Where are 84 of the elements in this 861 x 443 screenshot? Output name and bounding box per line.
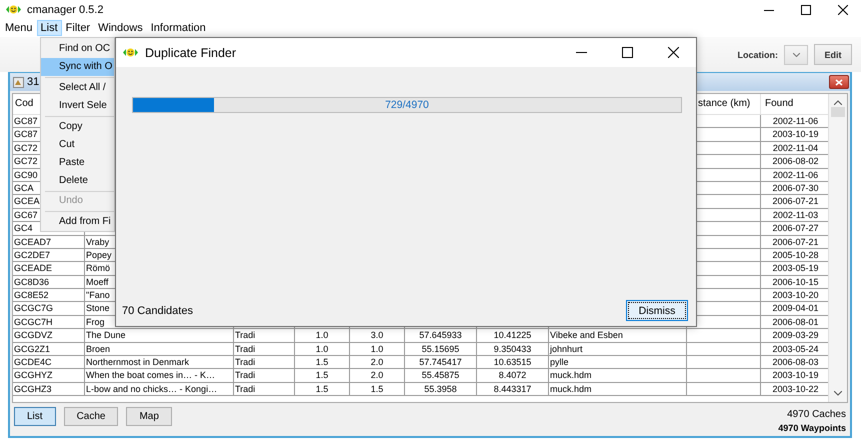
table-cell: GCEADE — [13, 262, 85, 276]
frame-icon — [13, 76, 24, 88]
table-cell: GCGC7H — [13, 316, 85, 330]
table-cell: 1.5 — [295, 382, 350, 396]
table-cell: Tradi — [234, 382, 295, 396]
table-cell: GCGDVZ — [13, 329, 85, 343]
table-cell: pylle — [549, 356, 687, 370]
table-cell: 1.5 — [295, 369, 350, 383]
table-cell: 2.0 — [350, 356, 405, 370]
frame-close-button[interactable] — [829, 75, 849, 89]
table-cell: Tradi — [234, 356, 295, 370]
table-cell: GCGC7G — [13, 302, 85, 316]
app-logo-icon — [123, 48, 138, 57]
table-cell: 57.745417 — [405, 356, 477, 370]
location-dropdown[interactable] — [784, 44, 808, 64]
table-cell: GC8D36 — [13, 276, 85, 290]
table-cell: 1.5 — [295, 356, 350, 370]
list-menu-option[interactable]: Find on OC — [41, 40, 114, 58]
table-cell: GCGHYZ — [13, 369, 85, 383]
location-label: Location: — [738, 50, 778, 60]
menu-bar-item[interactable]: Windows — [94, 20, 147, 36]
edit-button[interactable]: Edit — [814, 44, 852, 65]
table-cell: When the boat comes in… - K… — [85, 369, 234, 383]
table-cell: Tradi — [234, 342, 295, 356]
scroll-up-icon — [834, 100, 842, 105]
table-cell: 1.5 — [350, 382, 405, 396]
table-cell: 10.63515 — [477, 356, 549, 370]
progress-reading: 729/4970 — [385, 99, 429, 111]
table-cell: The Dune — [85, 329, 234, 343]
close-icon — [838, 4, 848, 14]
table-cell: GC2DE7 — [13, 248, 85, 262]
view-tab[interactable]: Cache — [64, 407, 118, 426]
table-cell: GCG2Z1 — [13, 342, 85, 356]
table-cell: muck.hdm — [549, 369, 687, 383]
table-cell: Northernmost in Denmark — [85, 356, 234, 370]
table-cell: johnhurt — [549, 342, 687, 356]
table-cell: 10.41225 — [477, 329, 549, 343]
dismiss-button[interactable]: Dismiss — [626, 300, 688, 321]
candidates-count: 70 Candidates — [122, 304, 193, 316]
table-cell: GCGHZ3 — [13, 382, 85, 396]
table-cell: muck.hdm — [549, 382, 687, 396]
menu-bar-item[interactable]: Filter — [62, 20, 94, 36]
table-cell: Broen — [85, 342, 234, 356]
cache-count: 4970 Caches — [787, 409, 846, 420]
frame-title: 31 — [27, 76, 40, 88]
table-cell: GCEAD7 — [13, 236, 85, 249]
menu-bar-item[interactable]: Information — [146, 20, 210, 36]
dialog-title: Duplicate Finder — [145, 46, 236, 60]
table-cell: Tradi — [234, 369, 295, 383]
table-cell: Tradi — [234, 329, 295, 343]
table-cell: Vibeke and Esben — [549, 329, 687, 343]
menu-bar-item[interactable]: List — [36, 20, 62, 36]
waypoint-count: 4970 Waypoints — [778, 423, 846, 433]
scrollbar[interactable] — [828, 94, 847, 402]
table-cell: 8.4072 — [477, 369, 549, 383]
menu-bar-item[interactable]: Menu — [1, 20, 37, 36]
list-menu-option[interactable]: Select All / — [41, 78, 114, 97]
table-cell: 55.3958 — [405, 382, 477, 396]
table-cell: 55.15695 — [405, 342, 477, 356]
maximize-icon — [622, 47, 632, 58]
table-cell: GC8E52 — [13, 289, 85, 302]
table-cell: 1.0 — [295, 329, 350, 343]
table-cell: 2.0 — [350, 369, 405, 383]
app-logo-icon — [6, 5, 21, 14]
table-cell: 1.0 — [350, 342, 405, 356]
table-cell: 57.645933 — [405, 329, 477, 343]
view-tab[interactable]: List — [14, 407, 56, 426]
table-cell: 3.0 — [350, 329, 405, 343]
scroll-thumb[interactable] — [831, 107, 845, 117]
view-tab[interactable]: Map — [126, 407, 172, 426]
window-title: cmanager 0.5.2 — [27, 4, 104, 16]
table-cell: 8.443317 — [477, 382, 549, 396]
list-menu-option[interactable]: Sync with O — [41, 58, 114, 76]
maximize-icon — [800, 4, 810, 14]
table-cell: GCDE4C — [13, 356, 85, 370]
close-icon — [835, 78, 843, 86]
table-cell: 55.45875 — [405, 369, 477, 383]
chevron-down-icon — [792, 52, 800, 56]
table-cell: L-bow and no chicks… - Kongi… — [85, 382, 234, 396]
scroll-down-icon — [834, 391, 842, 396]
table-cell: 1.0 — [295, 342, 350, 356]
close-icon — [668, 47, 678, 58]
table-cell: 9.350433 — [477, 342, 549, 356]
list-menu-option[interactable]: Invert Sele — [41, 96, 114, 115]
